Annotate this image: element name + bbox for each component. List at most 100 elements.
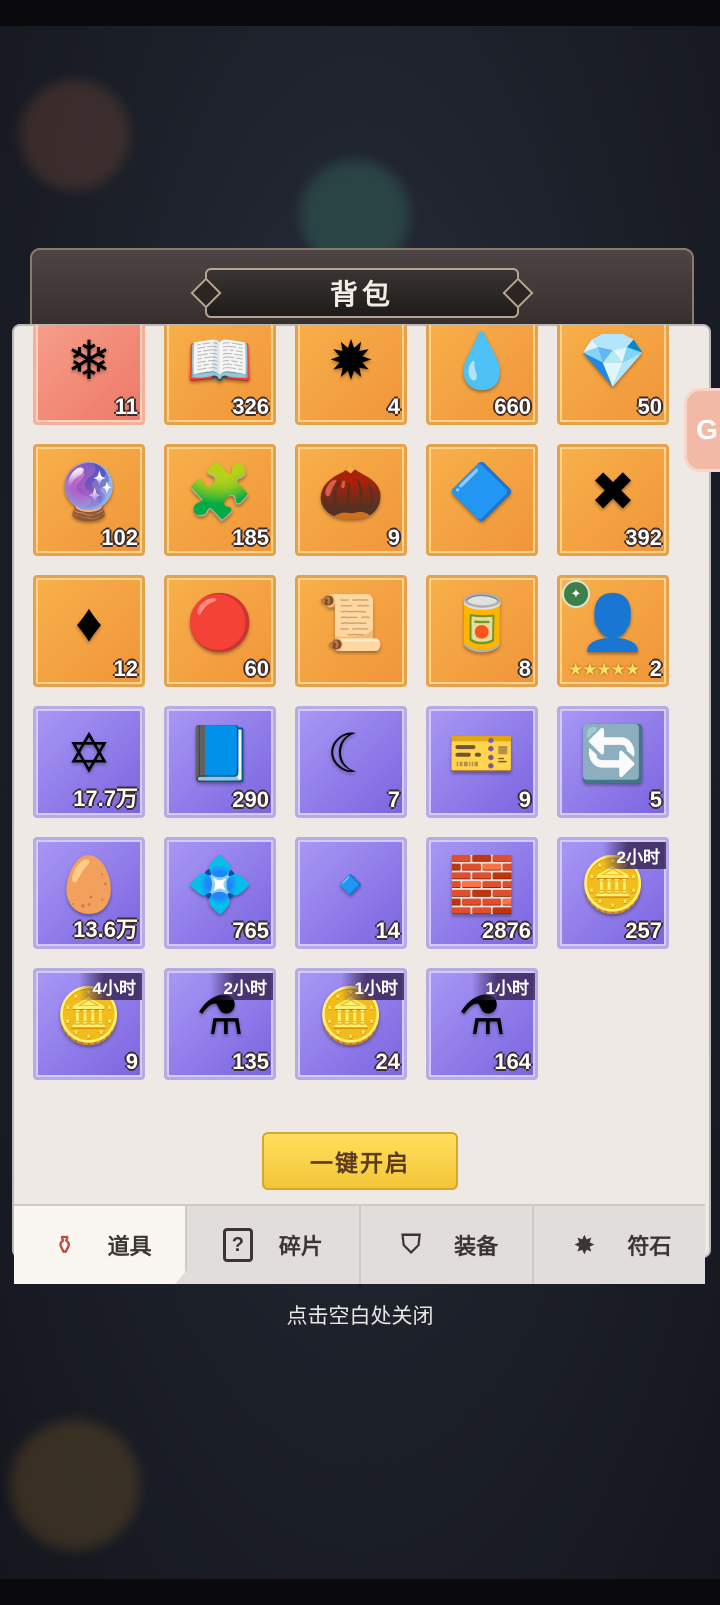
item-count: 5: [649, 787, 662, 812]
inventory-item[interactable]: 💧 660: [426, 325, 538, 425]
inventory-item[interactable]: ♦ 12: [33, 575, 145, 687]
item-icon: ✖: [590, 461, 636, 522]
item-icon: 🎫: [448, 723, 516, 784]
item-count: 765: [232, 918, 269, 943]
inventory-item[interactable]: 🔄 5: [557, 706, 669, 818]
item-timer: 1小时: [471, 973, 535, 1000]
inventory-item[interactable]: 💠 765: [164, 837, 276, 949]
title-plate: 背包: [205, 268, 519, 318]
inventory-item[interactable]: ✡ 17.7万: [33, 706, 145, 818]
inventory-item[interactable]: 🔴 60: [164, 575, 276, 687]
side-button-label: G: [696, 414, 718, 445]
question-icon: ?: [222, 1228, 253, 1262]
item-count: 2: [649, 656, 662, 681]
item-count: 60: [244, 656, 269, 681]
item-count: 13.6万: [73, 917, 138, 942]
potion-icon: ⚱: [53, 1229, 76, 1260]
rune-icon: ✸: [573, 1229, 596, 1260]
inventory-item[interactable]: 📖 326: [164, 325, 276, 425]
inventory-item[interactable]: ✹ 4: [295, 325, 407, 425]
item-count: 2876: [482, 918, 531, 943]
item-count: 12: [113, 656, 138, 681]
item-count: 9: [387, 525, 400, 550]
item-count: 660: [494, 394, 531, 419]
item-icon: 🌰: [317, 461, 385, 522]
item-icon: 🧩: [186, 461, 254, 522]
inventory-item[interactable]: ☾ 7: [295, 706, 407, 818]
item-count: 8: [518, 656, 531, 681]
side-float-button[interactable]: G: [684, 388, 720, 472]
close-hint[interactable]: 点击空白处关闭: [0, 1300, 720, 1330]
nav-bar: [0, 1579, 720, 1605]
item-icon: 📜: [317, 592, 385, 653]
item-icon: 👤: [579, 592, 647, 653]
item-icon: 💠: [186, 854, 254, 915]
item-icon: ❄: [66, 330, 112, 391]
tab-fragments[interactable]: ? 碎片: [187, 1206, 361, 1284]
tab-equipment[interactable]: ⛉ 装备: [361, 1206, 534, 1284]
item-icon: ✹: [328, 330, 374, 391]
inventory-grid: ❄ 11 📖 326 ✹ 4 💧 660 💎 50 🔮 102 🧩 185 🌰 9 🔷 ✖ 392 ♦ 12 🔴 60 📜 🥫 8…: [33, 325, 673, 1085]
inventory-item[interactable]: ❄ 11: [33, 325, 145, 425]
tab-label: 装备: [454, 1234, 499, 1259]
inventory-item[interactable]: 🔮 102: [33, 444, 145, 556]
item-count: 290: [232, 787, 269, 812]
item-timer: 1小时: [340, 973, 404, 1000]
inventory-item[interactable]: 🥫 8: [426, 575, 538, 687]
item-icon: ☾: [326, 723, 376, 784]
inventory-item[interactable]: 🔹 14: [295, 837, 407, 949]
tab-label: 碎片: [278, 1234, 323, 1259]
item-count: 17.7万: [73, 786, 138, 811]
inventory-item[interactable]: 🪙 4小时 9: [33, 968, 145, 1080]
inventory-item[interactable]: 💎 50: [557, 325, 669, 425]
page-title: 背包: [329, 279, 394, 310]
tab-label: 道具: [107, 1234, 152, 1259]
item-icon: 🔹: [317, 854, 385, 915]
item-count: 7: [387, 787, 400, 812]
item-count: 9: [125, 1049, 138, 1074]
item-icon: 🔮: [55, 461, 123, 522]
inventory-item[interactable]: ⚗ 1小时 164: [426, 968, 538, 1080]
inventory-tabs: ⚱ 道具 ? 碎片 ⛉ 装备 ✸ 符石: [14, 1204, 705, 1284]
item-icon: 🔷: [448, 461, 516, 522]
inventory-item[interactable]: 📜: [295, 575, 407, 687]
item-count: 164: [494, 1049, 531, 1074]
inventory-item[interactable]: 🌰 9: [295, 444, 407, 556]
item-count: 9: [518, 787, 531, 812]
inventory-item[interactable]: 👤 ✦ ★★★★★ 2: [557, 575, 669, 687]
tab-runes[interactable]: ✸ 符石: [534, 1206, 705, 1284]
item-icon: 📘: [186, 723, 254, 784]
item-icon: 💎: [579, 330, 647, 391]
item-icon: ♦: [75, 592, 103, 653]
item-icon: 🔄: [579, 723, 647, 784]
inventory-item[interactable]: ✖ 392: [557, 444, 669, 556]
item-icon: ✡: [66, 723, 112, 784]
item-count: 326: [232, 394, 269, 419]
inventory-item[interactable]: 🥚 13.6万: [33, 837, 145, 949]
inventory-item[interactable]: 🪙 1小时 24: [295, 968, 407, 1080]
item-count: 14: [375, 918, 400, 943]
item-icon: 🧱: [448, 854, 516, 915]
item-icon: 🥫: [448, 592, 516, 653]
background-decoration: [10, 1420, 140, 1550]
background-decoration: [20, 80, 130, 190]
item-count: 11: [114, 394, 138, 419]
inventory-item[interactable]: ⚗ 2小时 135: [164, 968, 276, 1080]
item-timer: 2小时: [209, 973, 273, 1000]
inventory-item[interactable]: 🧱 2876: [426, 837, 538, 949]
item-icon: 📖: [186, 330, 254, 391]
item-count: 185: [232, 525, 269, 550]
item-timer: 4小时: [78, 973, 142, 1000]
inventory-item[interactable]: 🔷: [426, 444, 538, 556]
item-count: 135: [232, 1049, 269, 1074]
inventory-item[interactable]: 📘 290: [164, 706, 276, 818]
inventory-item[interactable]: 🧩 185: [164, 444, 276, 556]
shield-icon: ⛉: [401, 1229, 421, 1259]
item-stars: ★★★★★: [568, 660, 640, 679]
open-all-button[interactable]: 一键开启: [262, 1132, 458, 1190]
inventory-item[interactable]: 🎫 9: [426, 706, 538, 818]
inventory-item[interactable]: 🪙 2小时 257: [557, 837, 669, 949]
status-bar: [0, 0, 720, 26]
item-count: 24: [375, 1049, 400, 1074]
tab-items[interactable]: ⚱ 道具: [14, 1206, 188, 1284]
